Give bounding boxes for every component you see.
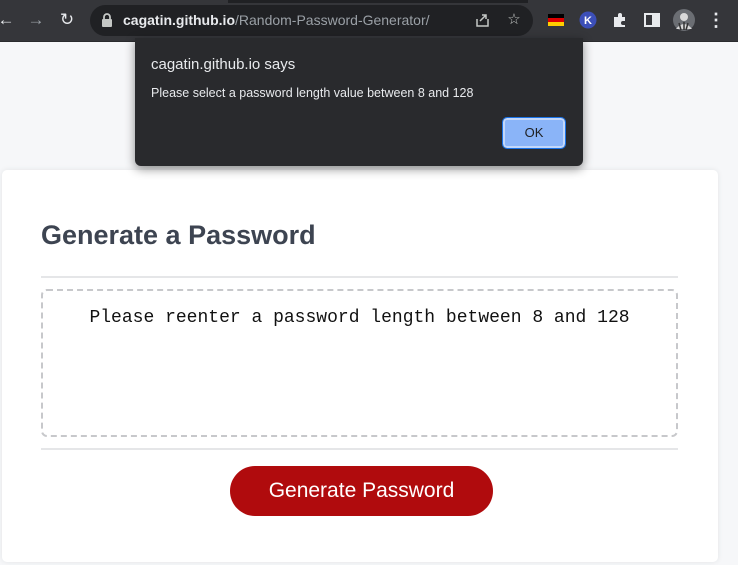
side-panel-icon[interactable] [643, 11, 661, 29]
generate-password-button[interactable]: Generate Password [230, 466, 493, 516]
footer-divider [41, 448, 678, 450]
tab-strip [228, 0, 528, 3]
profile-avatar[interactable] [673, 9, 695, 31]
k-extension-icon[interactable]: K [579, 11, 597, 29]
forward-icon[interactable]: → [26, 10, 46, 30]
dialog-message: Please select a password length value be… [151, 86, 474, 100]
password-output[interactable]: Please reenter a password length between… [41, 289, 678, 437]
flag-extension-icon[interactable] [547, 11, 565, 29]
dialog-title: cagatin.github.io says [151, 56, 296, 73]
url-path: /Random-Password-Generator/ [235, 12, 430, 28]
address-bar[interactable]: cagatin.github.io/Random-Password-Genera… [90, 5, 533, 36]
ok-button[interactable]: OK [502, 117, 566, 149]
reload-icon[interactable]: ↻ [57, 10, 77, 30]
header-divider [41, 276, 678, 278]
alert-dialog: cagatin.github.io says Please select a p… [135, 38, 583, 166]
browser-toolbar: ← → ↻ cagatin.github.io/Random-Password-… [0, 0, 738, 42]
star-icon[interactable]: ☆ [505, 11, 523, 29]
page-title: Generate a Password [41, 220, 316, 250]
url-text[interactable]: cagatin.github.io/Random-Password-Genera… [123, 12, 430, 28]
lock-icon [102, 13, 112, 27]
puzzle-icon[interactable] [611, 11, 629, 29]
url-host: cagatin.github.io [123, 12, 235, 28]
back-icon[interactable]: ← [0, 10, 16, 30]
share-icon[interactable] [474, 11, 492, 29]
menu-icon[interactable]: ⋮ [706, 10, 726, 30]
password-card: Generate a Password Please reenter a pas… [2, 170, 718, 562]
svg-text:K: K [584, 15, 592, 27]
